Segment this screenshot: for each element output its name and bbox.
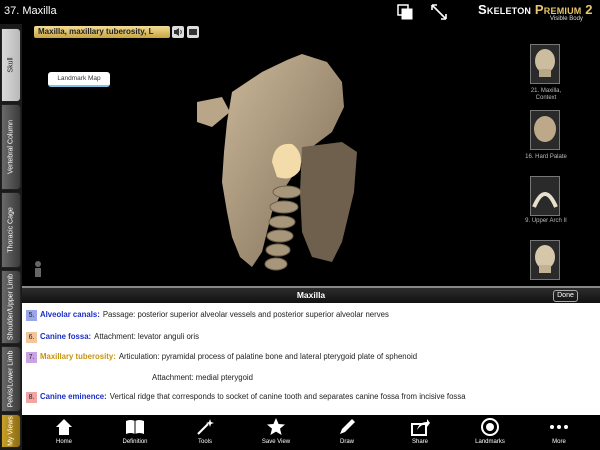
person-icon[interactable] bbox=[30, 260, 46, 280]
tool-label: More bbox=[552, 439, 566, 445]
tab-my-views[interactable]: My Views bbox=[1, 414, 21, 448]
layers-icon[interactable] bbox=[396, 3, 414, 21]
tool-label: Definition bbox=[122, 439, 148, 445]
skull-thumb-icon bbox=[535, 49, 555, 77]
video-icon[interactable] bbox=[187, 26, 199, 38]
share-button[interactable]: Share bbox=[395, 417, 445, 450]
tools-button[interactable]: Tools bbox=[180, 417, 230, 450]
dots-icon bbox=[550, 425, 568, 429]
tool-label: Save View bbox=[261, 439, 291, 445]
tool-label: Share bbox=[411, 439, 428, 445]
tab-label: Thoracic Cage bbox=[7, 207, 15, 253]
page-title: 37. Maxilla bbox=[4, 5, 57, 17]
tab-shoulder-upper-limb[interactable]: Shoulder/Upper Limb bbox=[1, 270, 21, 344]
top-bar: 37. Maxilla Skeleton Premium 2 Visible B… bbox=[0, 0, 600, 24]
entry-sub-text: Attachment: medial pterygoid bbox=[152, 373, 253, 382]
list-item: 8. Canine eminence: Vertical ridge that co… bbox=[26, 392, 466, 403]
entry-number: 8. bbox=[26, 392, 37, 403]
entry-name[interactable]: Canine fossa: bbox=[40, 332, 91, 341]
3d-viewport[interactable]: Maxilla, maxillary tuberosity, L Landmar… bbox=[22, 24, 600, 286]
expand-icon[interactable] bbox=[430, 3, 448, 21]
thumbnail-label: 9. Upper Arch II bbox=[525, 218, 567, 224]
list-item: 7. Maxillary tuberosity: Articulation: pyr… bbox=[26, 352, 417, 363]
brand-name: Skeleton bbox=[478, 2, 532, 17]
thumbnail-upper-arch[interactable] bbox=[530, 176, 560, 216]
entry-text: Passage: posterior superior alveolar ves… bbox=[102, 310, 389, 319]
tab-label: Shoulder/Upper Limb bbox=[7, 273, 15, 341]
sound-icon[interactable] bbox=[172, 26, 184, 38]
tool-label: Draw bbox=[339, 439, 354, 445]
arch-thumb-icon bbox=[532, 192, 558, 208]
tool-label: Tools bbox=[197, 439, 212, 445]
share-icon bbox=[411, 419, 430, 436]
tab-thoracic-cage[interactable]: Thoracic Cage bbox=[1, 192, 21, 268]
tab-vertebral-column[interactable]: Vertebral Column bbox=[1, 104, 21, 190]
thumbnail-hard-palate[interactable] bbox=[530, 110, 560, 150]
panel-title: Maxilla bbox=[296, 290, 326, 300]
side-tabs: Skull Vertebral Column Thoracic Cage Sho… bbox=[0, 24, 22, 450]
info-panel-header: Maxilla Done bbox=[22, 286, 600, 303]
thumbnail-maxilla-context[interactable] bbox=[530, 44, 560, 84]
structure-label[interactable]: Maxilla, maxillary tuberosity, L bbox=[34, 26, 170, 38]
star-icon bbox=[267, 418, 285, 435]
info-panel: 5. Alveolar canals: Passage: posterior sup… bbox=[22, 303, 600, 415]
tab-label: My Views bbox=[7, 416, 15, 446]
tab-skull[interactable]: Skull bbox=[1, 28, 21, 102]
book-icon bbox=[126, 420, 144, 434]
list-item: 6. Canine fossa: Attachment: levator angul… bbox=[26, 332, 199, 343]
entry-name[interactable]: Alveolar canals: bbox=[40, 310, 100, 319]
target-icon bbox=[481, 418, 499, 436]
landmark-map-button[interactable]: Landmark Map bbox=[48, 72, 110, 87]
entry-text: Articulation: pyramidal process of palat… bbox=[118, 352, 418, 361]
tab-label: Pelvis/Lower Limb bbox=[7, 350, 15, 408]
tool-label: Home bbox=[55, 439, 72, 445]
pencil-icon bbox=[340, 419, 355, 434]
thumbnail-label: 21. Maxilla, Context bbox=[530, 88, 562, 101]
save-view-button[interactable]: Save View bbox=[251, 417, 301, 450]
done-button[interactable]: Done bbox=[553, 290, 578, 302]
home-icon bbox=[56, 419, 72, 435]
bottom-toolbar: Home Definition Tools Save View Draw Sha… bbox=[22, 415, 600, 450]
entry-text: Vertical ridge that corresponds to socke… bbox=[109, 392, 466, 401]
entry-number: 7. bbox=[26, 352, 37, 363]
thumbnail-skull[interactable] bbox=[530, 240, 560, 280]
entry-text: Attachment: levator anguli oris bbox=[94, 332, 200, 341]
tab-label: Skull bbox=[7, 57, 15, 73]
landmarks-button[interactable]: Landmarks bbox=[465, 417, 515, 450]
entry-name[interactable]: Maxillary tuberosity: bbox=[40, 352, 116, 361]
list-item: 5. Alveolar canals: Passage: posterior sup… bbox=[26, 310, 389, 321]
home-button[interactable]: Home bbox=[39, 417, 89, 450]
brand-edition: Premium 2 bbox=[534, 2, 593, 17]
palate-thumb-icon bbox=[534, 116, 556, 142]
skull-thumb-icon bbox=[535, 245, 555, 273]
app-brand: Skeleton Premium 2 bbox=[478, 2, 593, 17]
wand-icon bbox=[197, 419, 214, 435]
definition-button[interactable]: Definition bbox=[110, 417, 160, 450]
tab-label: Vertebral Column bbox=[7, 119, 15, 175]
draw-button[interactable]: Draw bbox=[322, 417, 372, 450]
more-button[interactable]: More bbox=[534, 417, 584, 450]
maxilla-model[interactable] bbox=[192, 52, 422, 286]
brand-sub: Visible Body bbox=[550, 16, 583, 22]
entry-number: 6. bbox=[26, 332, 37, 343]
entry-name[interactable]: Canine eminence: bbox=[40, 392, 107, 401]
entry-number: 5. bbox=[26, 310, 37, 321]
tool-label: Landmarks bbox=[475, 439, 505, 445]
tab-pelvis-lower-limb[interactable]: Pelvis/Lower Limb bbox=[1, 346, 21, 412]
thumbnail-label: 16. Hard Palate bbox=[525, 154, 567, 160]
